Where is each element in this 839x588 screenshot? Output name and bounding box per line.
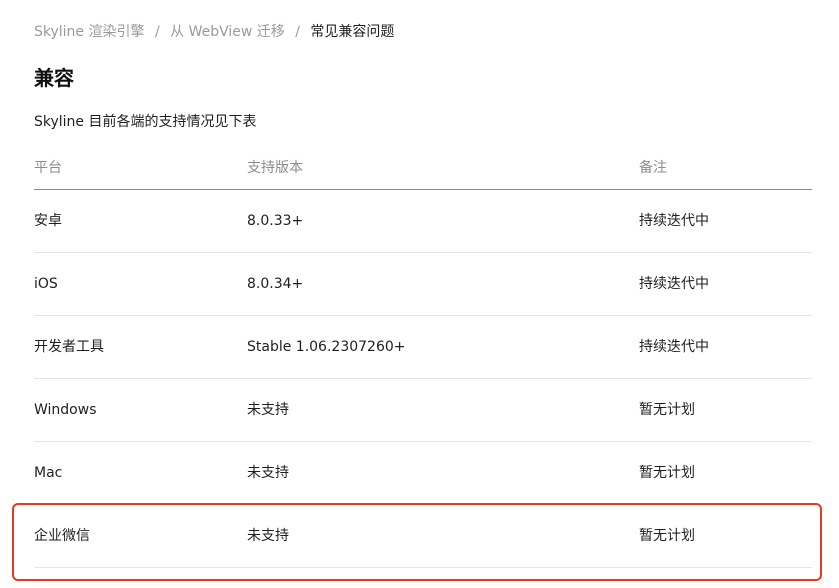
platform-cell: Windows	[34, 402, 97, 418]
compatibility-table: 平台 支持版本 备注 安卓 8.0.33+ 持续迭代中 iOS 8.0.34+ …	[34, 148, 812, 568]
table-row-devtools: 开发者工具 Stable 1.06.2307260+ 持续迭代中	[34, 316, 812, 379]
breadcrumb-item-webview-migration[interactable]: 从 WebView 迁移	[170, 24, 285, 40]
platform-cell: 企业微信	[34, 528, 90, 544]
table-header-row: 平台 支持版本 备注	[34, 148, 812, 190]
notes-cell: 暂无计划	[639, 528, 695, 544]
version-cell: 未支持	[247, 465, 289, 481]
header-supported-version: 支持版本	[247, 160, 303, 176]
platform-cell: 安卓	[34, 213, 62, 229]
breadcrumb-item-skyline[interactable]: Skyline 渲染引擎	[34, 24, 145, 40]
version-cell: 未支持	[247, 528, 289, 544]
header-notes: 备注	[639, 160, 667, 176]
notes-cell: 持续迭代中	[639, 276, 709, 292]
platform-cell: 开发者工具	[34, 339, 104, 355]
breadcrumb-separator: /	[295, 24, 300, 40]
version-cell: 8.0.34+	[247, 276, 304, 292]
notes-cell: 持续迭代中	[639, 213, 709, 229]
version-cell: Stable 1.06.2307260+	[247, 339, 406, 355]
header-platform: 平台	[34, 160, 62, 176]
platform-cell: Mac	[34, 465, 63, 481]
table-row-wecom: 企业微信 未支持 暂无计划	[34, 505, 812, 568]
intro-text: Skyline 目前各端的支持情况见下表	[34, 114, 257, 130]
notes-cell: 暂无计划	[639, 402, 695, 418]
table-row-windows: Windows 未支持 暂无计划	[34, 379, 812, 442]
version-cell: 未支持	[247, 402, 289, 418]
breadcrumb: Skyline 渲染引擎 / 从 WebView 迁移 / 常见兼容问题	[34, 23, 394, 41]
notes-cell: 暂无计划	[639, 465, 695, 481]
page-title: 兼容	[34, 66, 74, 90]
table-row-android: 安卓 8.0.33+ 持续迭代中	[34, 190, 812, 253]
table-row-ios: iOS 8.0.34+ 持续迭代中	[34, 253, 812, 316]
breadcrumb-current: 常见兼容问题	[310, 24, 395, 40]
platform-cell: iOS	[34, 276, 58, 292]
notes-cell: 持续迭代中	[639, 339, 709, 355]
breadcrumb-separator: /	[154, 24, 160, 40]
version-cell: 8.0.33+	[247, 213, 304, 229]
table-row-mac: Mac 未支持 暂无计划	[34, 442, 812, 505]
